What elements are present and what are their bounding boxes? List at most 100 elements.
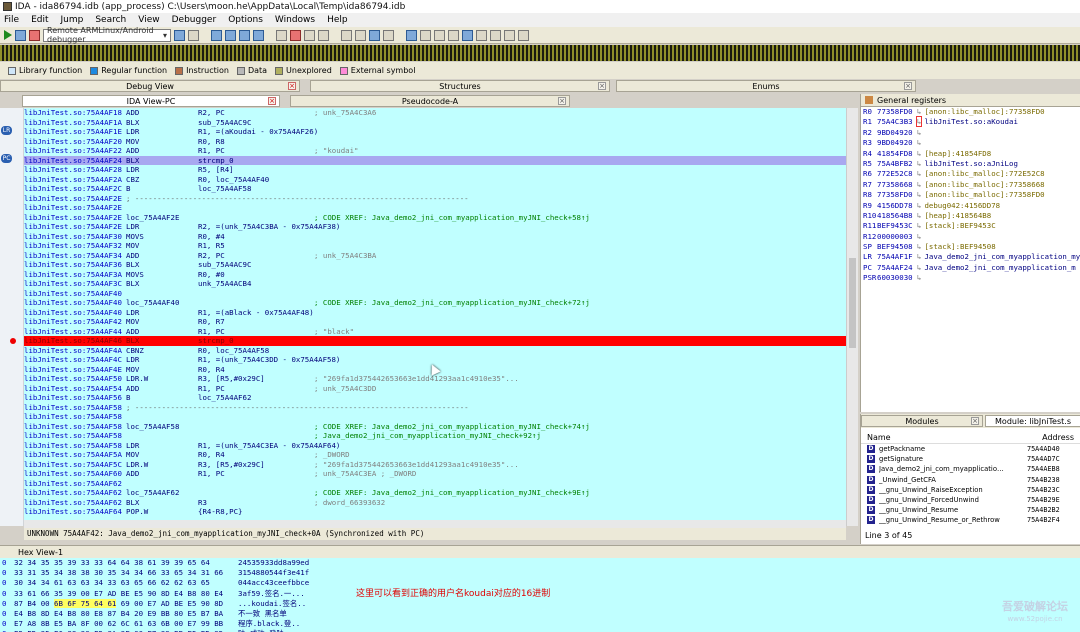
trace-window-icon[interactable]	[383, 29, 394, 41]
stop-icon[interactable]	[29, 29, 40, 41]
navigation-band[interactable]	[0, 45, 1080, 61]
disasm-line[interactable]: libJniTest.so:75A4AF3A MOVS R0, #0	[24, 270, 846, 280]
disasm-line[interactable]: libJniTest.so:75A4AF62	[24, 479, 846, 489]
register-row-r0[interactable]: R0 77358FD0 ↳ [anon:libc_malloc]:77358FD0	[861, 107, 1080, 117]
jump-arrow-icon[interactable]: ↳	[917, 190, 921, 199]
register-row-sp[interactable]: SP BEF94508 ↳ [stack]:BEF94508	[861, 242, 1080, 252]
disasm-line[interactable]: libJniTest.so:75A4AF34 ADD R2, PC ; unk_75A…	[24, 251, 846, 261]
close-icon[interactable]: ×	[268, 97, 276, 105]
register-value[interactable]: 60030030	[877, 273, 917, 283]
menu-edit[interactable]: Edit	[31, 15, 48, 25]
register-value[interactable]: 772E52C8	[877, 169, 917, 179]
add-breakpoint-icon[interactable]	[290, 29, 301, 41]
disasm-line[interactable]: libJniTest.so:75A4AF58	[24, 412, 846, 422]
jump-arrow-icon[interactable]: ↳	[917, 242, 921, 251]
tab-structures[interactable]: Structures ×	[310, 80, 610, 92]
disasm-line[interactable]: libJniTest.so:75A4AF32 MOV R1, R5	[24, 241, 846, 251]
list-item[interactable]: D _Unwind_GetCFA 75A4B238	[861, 475, 1080, 485]
disasm-line[interactable]: libJniTest.so:75A4AF40 LDR R1, =(aBlack - …	[24, 308, 846, 318]
disasm-line[interactable]: libJniTest.so:75A4AF1A BLX sub_75A4AC9C	[24, 118, 846, 128]
disasm-line[interactable]: libJniTest.so:75A4AF60 ADD R1, PC ; unk_75A…	[24, 469, 846, 479]
column-address[interactable]: Address	[1042, 433, 1074, 442]
disasm-line[interactable]: libJniTest.so:75A4AF42 MOV R0, R7	[24, 317, 846, 327]
disasm-line[interactable]: libJniTest.so:75A4AF18 ADD R2, PC ; unk_75A…	[24, 108, 846, 118]
continue-icon[interactable]	[4, 30, 12, 40]
disasm-line[interactable]: libJniTest.so:75A4AF40	[24, 289, 846, 299]
disasm-line[interactable]: libJniTest.so:75A4AF5C LDR.W R3, [R5,#0x29…	[24, 460, 846, 470]
register-row-r6[interactable]: R6 772E52C8 ↳ [anon:libc_malloc]:772E52C8	[861, 169, 1080, 179]
trace-instruction-icon[interactable]	[355, 29, 366, 41]
menu-search[interactable]: Search	[95, 15, 126, 25]
register-value[interactable]: 41854FD8	[877, 149, 917, 159]
tab-ida-view-pc[interactable]: IDA View-PC ×	[22, 95, 280, 107]
ida-view-disassembly[interactable]: libJniTest.so:75A4AF18 ADD R2, PC ; unk_75A…	[24, 108, 846, 526]
close-icon[interactable]: ×	[904, 82, 912, 90]
step-into-icon[interactable]	[211, 29, 222, 41]
pause-icon[interactable]	[15, 29, 26, 41]
disasm-line[interactable]: libJniTest.so:75A4AF2E loc_75A4AF2E ; CODE…	[24, 213, 846, 223]
register-row-r8[interactable]: R8 77358FD0 ↳ [anon:libc_malloc]:77358FD0	[861, 190, 1080, 200]
disasm-line[interactable]: libJniTest.so:75A4AF36 BLX sub_75A4AC9C	[24, 260, 846, 270]
disasm-line[interactable]: libJniTest.so:75A4AF2E	[24, 203, 846, 213]
tab-enums[interactable]: Enums ×	[616, 80, 916, 92]
jump-arrow-icon[interactable]: ↳	[917, 138, 921, 147]
graph-view-icon[interactable]	[406, 29, 417, 41]
jump-arrow-icon[interactable]: ↳	[917, 252, 921, 261]
disasm-line[interactable]: libJniTest.so:75A4AF5A MOV R0, R4 ; _DWORD	[24, 450, 846, 460]
register-value[interactable]: BEF94508	[877, 242, 917, 252]
register-row-r5[interactable]: R5 75A4BFB2 ↳ libJniTest.so:aJniLog	[861, 159, 1080, 169]
exports-icon[interactable]	[504, 29, 515, 41]
register-row-r9[interactable]: R9 4156DD78 ↳ debug042:4156DD78	[861, 201, 1080, 211]
register-value[interactable]: 75A4AF24	[877, 263, 917, 273]
disasm-line[interactable]: libJniTest.so:75A4AF58 ; ----------------…	[24, 403, 846, 413]
disasm-line[interactable]: libJniTest.so:75A4AF1E LDR R1, =(aKoudai -…	[24, 127, 846, 137]
menu-help[interactable]: Help	[327, 15, 348, 25]
list-item[interactable]: DgetSignature 75A4AD7C	[861, 454, 1080, 464]
register-row-pc[interactable]: PC 75A4AF24 ↳ Java_demo2_jni_com_myapplicat…	[861, 263, 1080, 273]
jump-arrow-icon[interactable]: ↳	[917, 232, 921, 241]
disasm-line[interactable]: libJniTest.so:75A4AF4A CBNZ R0, loc_75A4AF…	[24, 346, 846, 356]
register-value[interactable]: 75A4AF1F	[877, 252, 917, 262]
strings-icon[interactable]	[476, 29, 487, 41]
list-item[interactable]: D Java_demo2_jni_com_myapplication_myJNI_…	[861, 464, 1080, 474]
disassembly-gutter[interactable]: LR PC	[0, 108, 24, 526]
run-to-cursor-icon[interactable]	[239, 29, 250, 41]
register-value[interactable]: 77358FD0	[877, 107, 917, 117]
detach-icon[interactable]	[188, 29, 199, 41]
list-item[interactable]: D __gnu_Unwind_Resume 75A4B2B2	[861, 505, 1080, 515]
step-over-icon[interactable]	[225, 29, 236, 41]
jump-arrow-icon[interactable]: ↳	[917, 107, 921, 116]
disasm-line[interactable]: libJniTest.so:75A4AF62 loc_75A4AF62 ; CODE…	[24, 488, 846, 498]
jump-arrow-icon[interactable]: ↳	[917, 263, 921, 272]
register-row-r12[interactable]: R1200000003 ↳	[861, 232, 1080, 242]
disasm-line[interactable]: libJniTest.so:75A4AF64 POP.W {R4-R8,PC}	[24, 507, 846, 517]
modules-icon[interactable]	[318, 29, 329, 41]
disasm-line[interactable]: libJniTest.so:75A4AF58 loc_75A4AF58 ; CODE…	[24, 422, 846, 432]
register-value[interactable]: 75A4BFB2	[877, 159, 917, 169]
close-icon[interactable]: ×	[971, 417, 979, 425]
tab-debug-view[interactable]: Debug View ×	[0, 80, 300, 92]
close-icon[interactable]: ×	[558, 97, 566, 105]
scroll-thumb[interactable]	[849, 258, 856, 348]
trace-icon[interactable]	[341, 29, 352, 41]
disasm-line[interactable]: libJniTest.so:75A4AF44 ADD R1, PC ; "black"	[24, 327, 846, 337]
disasm-line[interactable]: libJniTest.so:75A4AF62 BLX R3 ; dword_66393…	[24, 498, 846, 508]
disasm-line[interactable]: libJniTest.so:75A4AF58 ; Java_demo2_jni_c…	[24, 431, 846, 441]
jump-arrow-icon[interactable]: ↳	[917, 221, 921, 230]
proximity-view-icon[interactable]	[420, 29, 431, 41]
close-icon[interactable]: ×	[598, 82, 606, 90]
tab-module-libjnitest[interactable]: Module: libJniTest.s	[985, 415, 1080, 427]
disasm-line[interactable]: libJniTest.so:75A4AF58 LDR R1, =(unk_75A4C…	[24, 441, 846, 451]
hex-row[interactable]: 0 32 34 35 35 39 33 33 64 64 38 61 39 39 …	[0, 558, 1080, 568]
hex-row[interactable]: 0 E4 B8 8D E4 B8 80 E8 87 B4 20 E9 BB 80 …	[0, 609, 1080, 619]
jump-arrow-icon[interactable]: ↳	[917, 169, 921, 178]
imports-icon[interactable]	[518, 29, 529, 41]
list-item[interactable]: D __gnu_Unwind_RaiseException 75A4B23C	[861, 485, 1080, 495]
disassembly-hscrollbar[interactable]	[24, 520, 846, 528]
list-item[interactable]: D __gnu_Unwind_Resume_or_Rethrow 75A4B2F4	[861, 515, 1080, 525]
register-value[interactable]: 77358FD0	[877, 190, 917, 200]
register-row-r3[interactable]: R3 9BD04920 ↳	[861, 138, 1080, 148]
register-value[interactable]: 00000003	[877, 232, 917, 242]
disasm-line[interactable]: libJniTest.so:75A4AF20 MOV R0, R8	[24, 137, 846, 147]
jump-arrow-icon[interactable]: ↳	[917, 273, 921, 282]
